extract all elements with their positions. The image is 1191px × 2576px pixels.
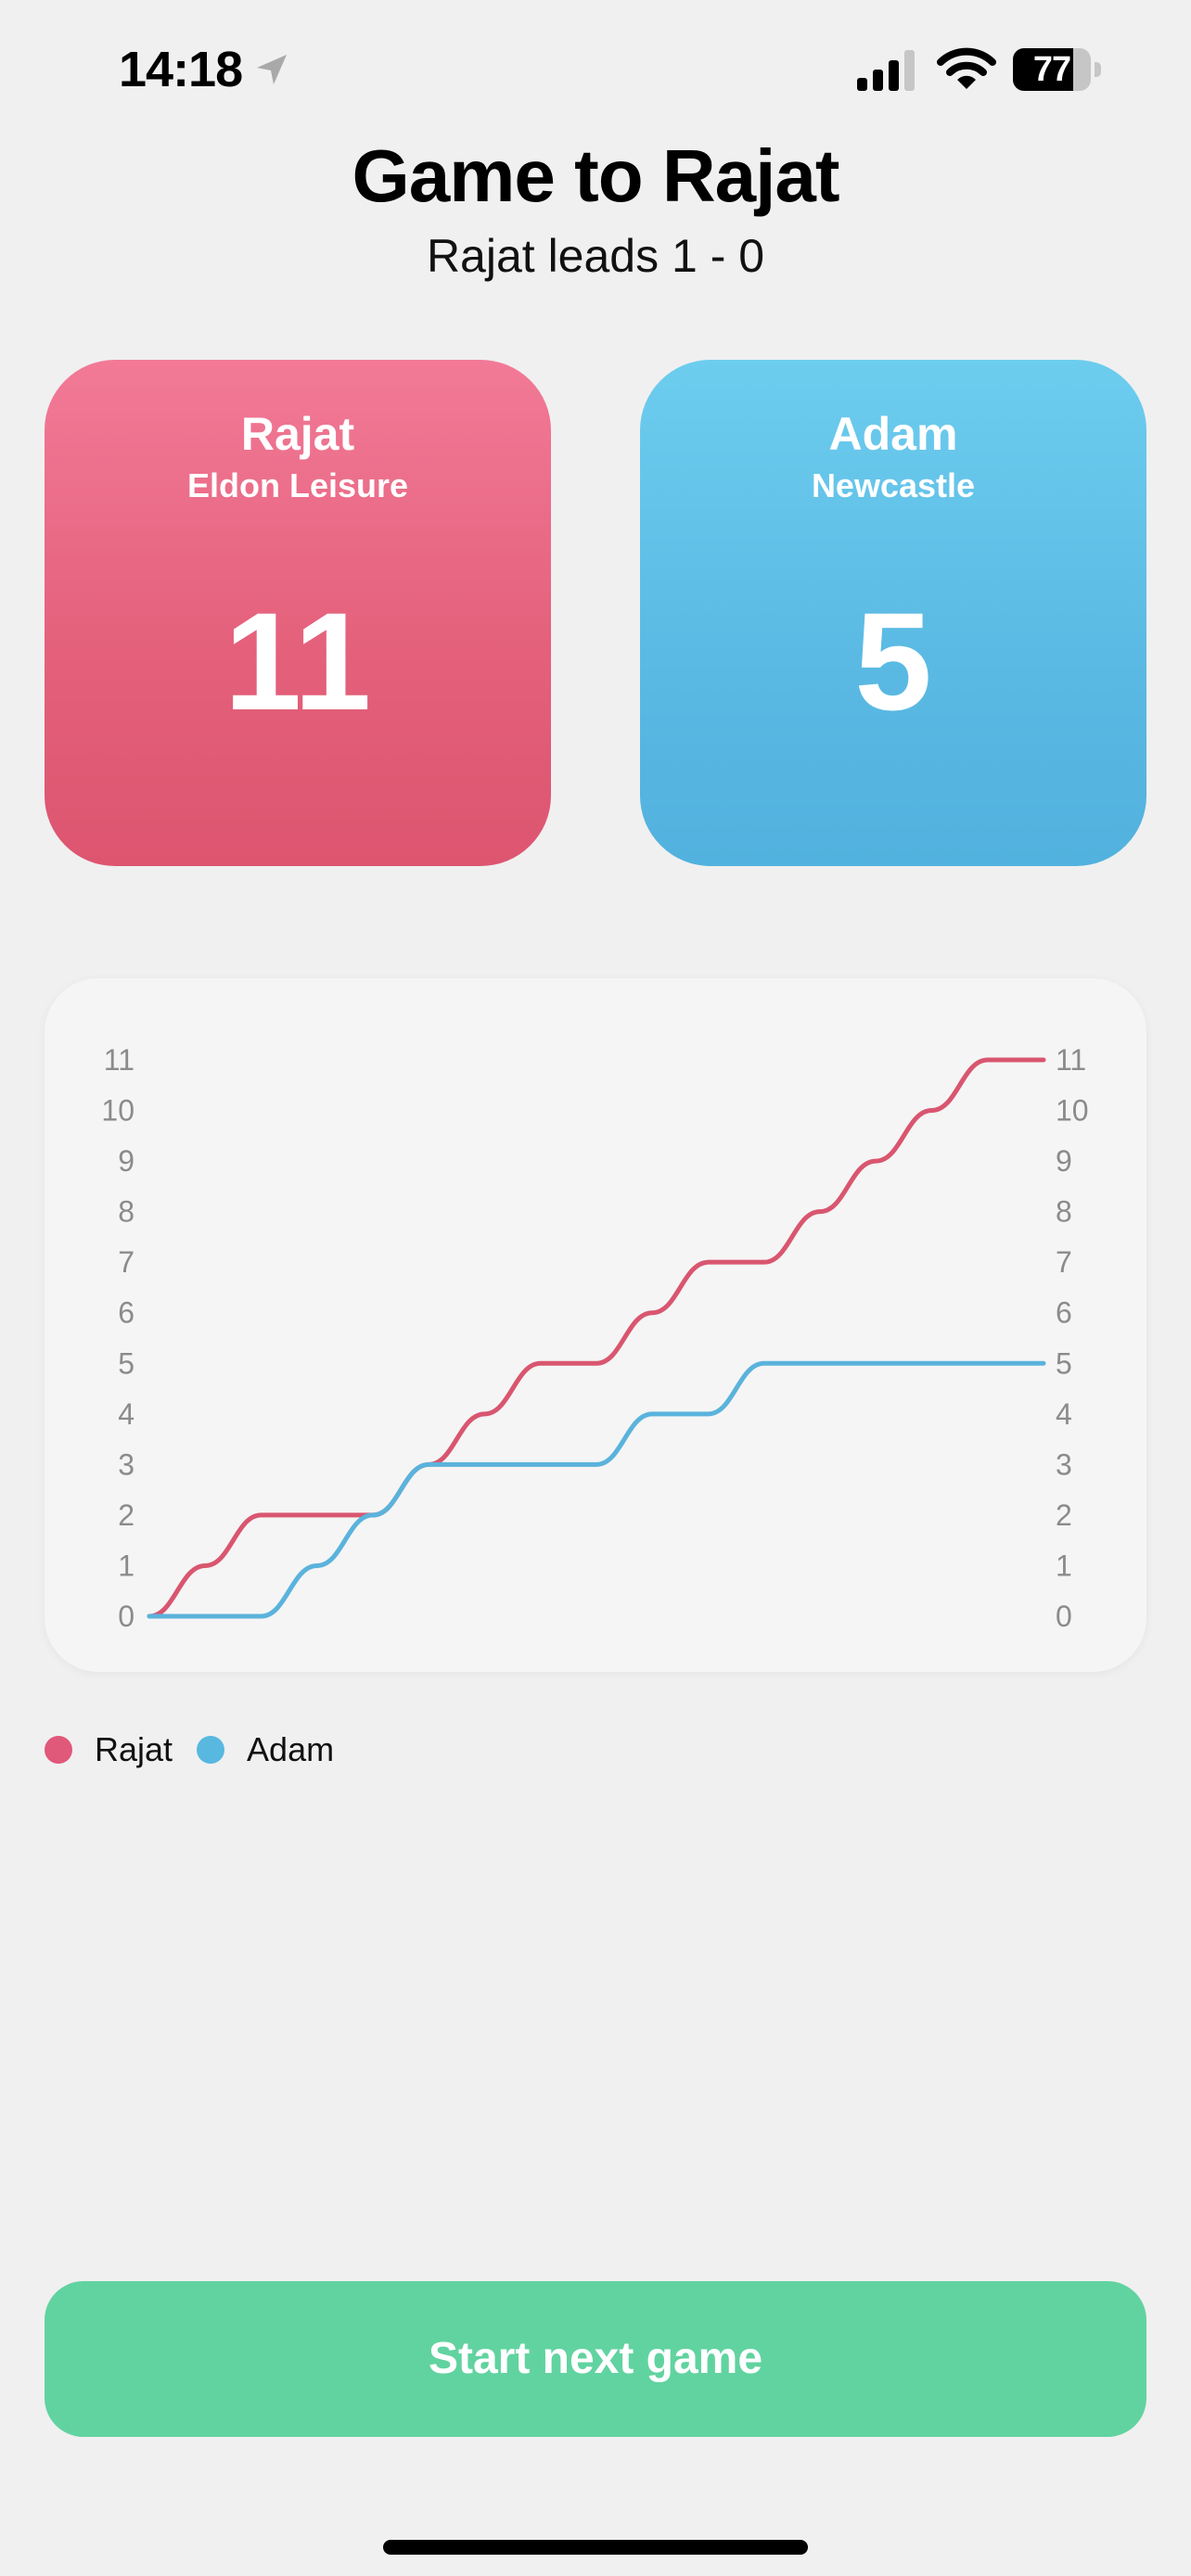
y-tick-right: 2 <box>1056 1498 1072 1532</box>
battery-percent: 77 <box>1032 50 1071 89</box>
home-indicator[interactable] <box>383 2540 808 2555</box>
series-line-adam <box>147 1360 1046 1619</box>
legend-dot-rajat <box>45 1736 72 1764</box>
player-card-rajat: Rajat Eldon Leisure 11 <box>45 360 551 866</box>
battery-icon: 77 <box>1013 48 1102 91</box>
series-line-rajat <box>147 1057 1046 1619</box>
score-progression-chart: 0 0 1 1 2 2 3 3 4 4 5 5 6 6 7 7 8 8 9 9 10 10 11 11 <box>45 978 1146 1672</box>
y-tick-right: 1 <box>1056 1549 1072 1582</box>
y-tick-right: 8 <box>1056 1195 1072 1229</box>
status-time: 14:18 <box>119 42 243 97</box>
y-tick-left: 0 <box>118 1600 134 1633</box>
player-name: Adam <box>828 408 958 460</box>
legend-dot-adam <box>197 1736 225 1764</box>
chart-legend: Rajat Adam <box>45 1727 358 1773</box>
legend-item-rajat: Rajat <box>45 1727 197 1773</box>
legend-item-adam: Adam <box>197 1727 358 1773</box>
page-title: Game to Rajat <box>352 134 840 217</box>
y-tick-right: 0 <box>1056 1600 1072 1633</box>
y-tick-left: 11 <box>104 1043 134 1077</box>
player-card-adam: Adam Newcastle 5 <box>640 360 1146 866</box>
y-tick-left: 10 <box>101 1094 134 1128</box>
y-tick-left: 6 <box>118 1296 134 1330</box>
y-tick-left: 9 <box>118 1144 134 1178</box>
y-tick-left: 4 <box>118 1397 134 1431</box>
y-tick-right: 6 <box>1056 1296 1072 1330</box>
y-tick-right: 10 <box>1056 1094 1089 1128</box>
y-tick-right: 3 <box>1056 1447 1072 1481</box>
player-club: Newcastle <box>811 466 976 504</box>
y-tick-left: 3 <box>118 1447 134 1481</box>
y-tick-right: 7 <box>1056 1245 1072 1279</box>
y-tick-left: 5 <box>118 1346 134 1380</box>
legend-label: Rajat <box>95 1730 173 1768</box>
player-club: Eldon Leisure <box>186 466 409 504</box>
match-status: Rajat leads 1 - 0 <box>426 230 765 282</box>
y-tick-left: 8 <box>118 1195 134 1229</box>
y-tick-right: 4 <box>1056 1397 1072 1431</box>
start-next-game-button[interactable]: Start next game <box>45 2281 1146 2437</box>
cellular-signal-icon <box>857 50 915 91</box>
location-arrow-icon <box>257 55 287 84</box>
legend-label: Adam <box>247 1730 335 1768</box>
y-tick-right: 11 <box>1056 1043 1086 1077</box>
wifi-icon <box>937 47 996 89</box>
chart-svg: 0 01 12 23 34 45 56 67 78 89 910 1011 11 <box>101 1043 1089 1633</box>
y-tick-right: 5 <box>1056 1346 1072 1380</box>
y-tick-left: 1 <box>118 1549 134 1582</box>
y-tick-left: 7 <box>118 1245 134 1279</box>
player-score: 5 <box>854 583 932 739</box>
y-tick-left: 2 <box>118 1498 134 1532</box>
player-name: Rajat <box>240 408 355 460</box>
y-tick-right: 9 <box>1056 1144 1072 1178</box>
player-score: 11 <box>224 583 372 739</box>
